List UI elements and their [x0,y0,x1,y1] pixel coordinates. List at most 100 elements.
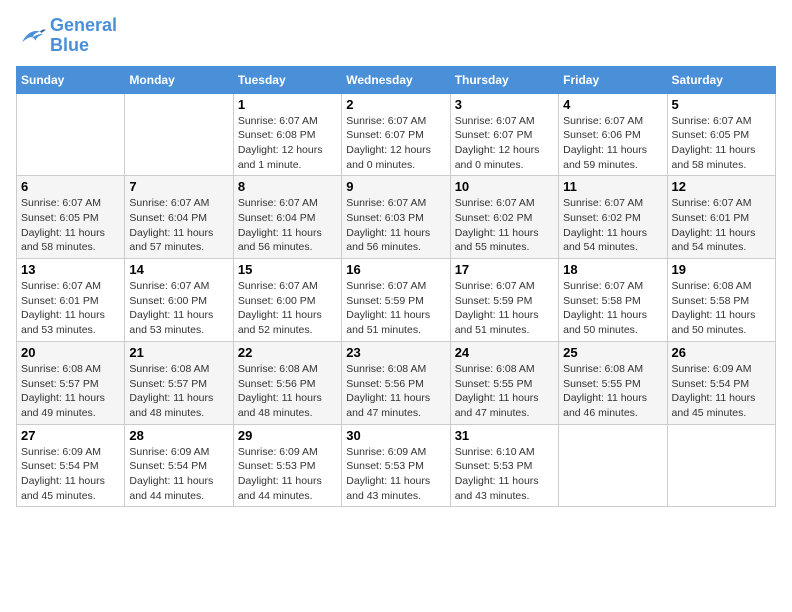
day-info: Sunrise: 6:08 AM Sunset: 5:56 PM Dayligh… [238,362,337,421]
page-header: General Blue [16,16,776,56]
logo: General Blue [16,16,117,56]
calendar-week-row: 27 Sunrise: 6:09 AM Sunset: 5:54 PM Dayli… [17,424,776,507]
calendar-cell: 13 Sunrise: 6:07 AM Sunset: 6:01 PM Dayli… [17,259,125,342]
day-info: Sunrise: 6:09 AM Sunset: 5:54 PM Dayligh… [21,445,120,504]
calendar-week-row: 6 Sunrise: 6:07 AM Sunset: 6:05 PM Daylig… [17,176,776,259]
calendar-table: SundayMondayTuesdayWednesdayThursdayFrid… [16,66,776,508]
day-number: 27 [21,428,120,443]
day-info: Sunrise: 6:08 AM Sunset: 5:58 PM Dayligh… [672,279,771,338]
day-number: 3 [455,97,554,112]
calendar-cell: 19 Sunrise: 6:08 AM Sunset: 5:58 PM Dayli… [667,259,775,342]
day-info: Sunrise: 6:07 AM Sunset: 6:00 PM Dayligh… [129,279,228,338]
calendar-cell: 22 Sunrise: 6:08 AM Sunset: 5:56 PM Dayli… [233,341,341,424]
calendar-cell: 21Sunrise: 6:08 AM Sunset: 5:57 PM Dayli… [125,341,233,424]
day-of-week-header: Monday [125,66,233,93]
day-info: Sunrise: 6:07 AM Sunset: 5:58 PM Dayligh… [563,279,662,338]
day-info: Sunrise: 6:07 AM Sunset: 6:08 PM Dayligh… [238,114,337,173]
calendar-cell: 29 Sunrise: 6:09 AM Sunset: 5:53 PM Dayli… [233,424,341,507]
day-number: 10 [455,179,554,194]
calendar-cell: 10 Sunrise: 6:07 AM Sunset: 6:02 PM Dayli… [450,176,558,259]
day-info: Sunrise: 6:08 AM Sunset: 5:57 PM Dayligh… [129,362,228,421]
day-number: 12 [672,179,771,194]
day-info: Sunrise: 6:10 AM Sunset: 5:53 PM Dayligh… [455,445,554,504]
calendar-cell: 17 Sunrise: 6:07 AM Sunset: 5:59 PM Dayli… [450,259,558,342]
calendar-cell: 8Sunrise: 6:07 AM Sunset: 6:04 PM Daylig… [233,176,341,259]
calendar-cell [17,93,125,176]
calendar-cell: 5 Sunrise: 6:07 AM Sunset: 6:05 PM Daylig… [667,93,775,176]
day-number: 16 [346,262,445,277]
calendar-cell: 16 Sunrise: 6:07 AM Sunset: 5:59 PM Dayli… [342,259,450,342]
day-of-week-header: Saturday [667,66,775,93]
calendar-cell: 14 Sunrise: 6:07 AM Sunset: 6:00 PM Dayli… [125,259,233,342]
day-number: 24 [455,345,554,360]
day-info: Sunrise: 6:07 AM Sunset: 6:05 PM Dayligh… [21,196,120,255]
day-info: Sunrise: 6:07 AM Sunset: 6:03 PM Dayligh… [346,196,445,255]
day-of-week-header: Wednesday [342,66,450,93]
day-info: Sunrise: 6:08 AM Sunset: 5:55 PM Dayligh… [455,362,554,421]
day-number: 6 [21,179,120,194]
day-info: Sunrise: 6:08 AM Sunset: 5:57 PM Dayligh… [21,362,120,421]
day-number: 30 [346,428,445,443]
day-info: Sunrise: 6:09 AM Sunset: 5:53 PM Dayligh… [346,445,445,504]
day-number: 2 [346,97,445,112]
day-number: 11 [563,179,662,194]
day-info: Sunrise: 6:07 AM Sunset: 6:00 PM Dayligh… [238,279,337,338]
day-info: Sunrise: 6:07 AM Sunset: 6:01 PM Dayligh… [21,279,120,338]
calendar-cell: 11 Sunrise: 6:07 AM Sunset: 6:02 PM Dayli… [559,176,667,259]
day-info: Sunrise: 6:08 AM Sunset: 5:55 PM Dayligh… [563,362,662,421]
day-number: 4 [563,97,662,112]
day-number: 13 [21,262,120,277]
day-info: Sunrise: 6:07 AM Sunset: 6:07 PM Dayligh… [346,114,445,173]
calendar-cell: 18 Sunrise: 6:07 AM Sunset: 5:58 PM Dayli… [559,259,667,342]
calendar-cell: 27 Sunrise: 6:09 AM Sunset: 5:54 PM Dayli… [17,424,125,507]
calendar-cell: 2 Sunrise: 6:07 AM Sunset: 6:07 PM Daylig… [342,93,450,176]
day-info: Sunrise: 6:07 AM Sunset: 6:04 PM Dayligh… [129,196,228,255]
calendar-cell: 28 Sunrise: 6:09 AM Sunset: 5:54 PM Dayli… [125,424,233,507]
calendar-cell [125,93,233,176]
day-number: 18 [563,262,662,277]
calendar-cell [559,424,667,507]
logo-text: General Blue [50,16,117,56]
day-of-week-header: Thursday [450,66,558,93]
calendar-cell: 24 Sunrise: 6:08 AM Sunset: 5:55 PM Dayli… [450,341,558,424]
calendar-cell: 20 Sunrise: 6:08 AM Sunset: 5:57 PM Dayli… [17,341,125,424]
day-info: Sunrise: 6:07 AM Sunset: 6:01 PM Dayligh… [672,196,771,255]
calendar-header-row: SundayMondayTuesdayWednesdayThursdayFrid… [17,66,776,93]
day-info: Sunrise: 6:07 AM Sunset: 6:02 PM Dayligh… [563,196,662,255]
calendar-cell: 6 Sunrise: 6:07 AM Sunset: 6:05 PM Daylig… [17,176,125,259]
day-number: 9 [346,179,445,194]
calendar-cell: 25 Sunrise: 6:08 AM Sunset: 5:55 PM Dayli… [559,341,667,424]
day-info: Sunrise: 6:08 AM Sunset: 5:56 PM Dayligh… [346,362,445,421]
day-number: 14 [129,262,228,277]
day-number: 23 [346,345,445,360]
day-info: Sunrise: 6:07 AM Sunset: 6:05 PM Dayligh… [672,114,771,173]
day-number: 20 [21,345,120,360]
calendar-cell: 3 Sunrise: 6:07 AM Sunset: 6:07 PM Daylig… [450,93,558,176]
calendar-cell: 15Sunrise: 6:07 AM Sunset: 6:00 PM Dayli… [233,259,341,342]
day-number: 5 [672,97,771,112]
day-number: 28 [129,428,228,443]
day-info: Sunrise: 6:07 AM Sunset: 5:59 PM Dayligh… [346,279,445,338]
calendar-cell: 26Sunrise: 6:09 AM Sunset: 5:54 PM Dayli… [667,341,775,424]
day-number: 22 [238,345,337,360]
day-info: Sunrise: 6:07 AM Sunset: 6:02 PM Dayligh… [455,196,554,255]
calendar-cell: 1 Sunrise: 6:07 AM Sunset: 6:08 PM Daylig… [233,93,341,176]
calendar-cell: 9 Sunrise: 6:07 AM Sunset: 6:03 PM Daylig… [342,176,450,259]
day-info: Sunrise: 6:07 AM Sunset: 6:06 PM Dayligh… [563,114,662,173]
day-number: 17 [455,262,554,277]
day-number: 1 [238,97,337,112]
calendar-cell [667,424,775,507]
day-number: 29 [238,428,337,443]
calendar-cell: 23 Sunrise: 6:08 AM Sunset: 5:56 PM Dayli… [342,341,450,424]
day-info: Sunrise: 6:09 AM Sunset: 5:54 PM Dayligh… [672,362,771,421]
day-info: Sunrise: 6:07 AM Sunset: 6:04 PM Dayligh… [238,196,337,255]
day-of-week-header: Tuesday [233,66,341,93]
calendar-week-row: 1 Sunrise: 6:07 AM Sunset: 6:08 PM Daylig… [17,93,776,176]
day-number: 25 [563,345,662,360]
calendar-week-row: 13 Sunrise: 6:07 AM Sunset: 6:01 PM Dayli… [17,259,776,342]
day-number: 19 [672,262,771,277]
day-info: Sunrise: 6:07 AM Sunset: 6:07 PM Dayligh… [455,114,554,173]
day-info: Sunrise: 6:09 AM Sunset: 5:54 PM Dayligh… [129,445,228,504]
day-info: Sunrise: 6:09 AM Sunset: 5:53 PM Dayligh… [238,445,337,504]
day-info: Sunrise: 6:07 AM Sunset: 5:59 PM Dayligh… [455,279,554,338]
